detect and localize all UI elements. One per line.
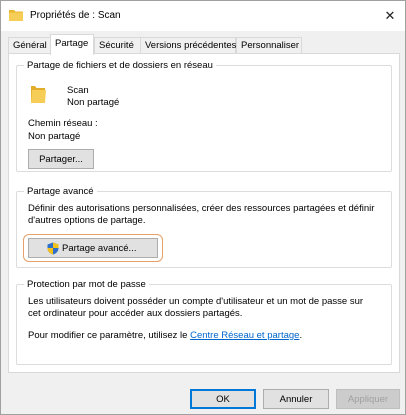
folder-name: Scan bbox=[67, 85, 89, 96]
tab-securite[interactable]: Sécurité bbox=[94, 37, 141, 54]
tab-personnaliser[interactable]: Personnaliser bbox=[236, 37, 302, 54]
advanced-sharing-button-label: Partage avancé... bbox=[62, 243, 137, 254]
advanced-sharing-legend: Partage avancé bbox=[27, 186, 94, 197]
password-protection-group: Protection par mot de passe bbox=[16, 279, 392, 365]
network-path-value: Non partagé bbox=[28, 131, 81, 142]
uac-shield-icon bbox=[47, 242, 59, 262]
password-modify-text: Pour modifier ce paramètre, utilisez le … bbox=[28, 330, 302, 342]
sharing-tab-panel: Partage de fichiers et de dossiers en ré… bbox=[8, 53, 400, 373]
network-path-label: Chemin réseau : bbox=[28, 118, 98, 129]
tab-partage[interactable]: Partage bbox=[50, 34, 94, 55]
ok-button[interactable]: OK bbox=[190, 389, 256, 409]
close-button[interactable]: ✕ bbox=[375, 1, 405, 31]
link-suffix: . bbox=[299, 330, 303, 341]
title-bar[interactable]: Propriétés de : Scan ✕ bbox=[1, 1, 405, 31]
cancel-button[interactable]: Annuler bbox=[263, 389, 329, 409]
tab-general[interactable]: Général bbox=[8, 37, 51, 54]
close-icon: ✕ bbox=[384, 8, 396, 23]
folder-icon bbox=[29, 83, 47, 108]
share-status: Non partagé bbox=[67, 97, 120, 108]
tab-versions-precedentes[interactable]: Versions précédentes bbox=[140, 37, 236, 54]
window-title: Propriétés de : Scan bbox=[30, 10, 121, 21]
advanced-sharing-description-1: Définir des autorisations personnalisées… bbox=[28, 203, 375, 214]
folder-icon bbox=[8, 8, 24, 22]
network-center-link[interactable]: Centre Réseau et partage bbox=[190, 330, 299, 341]
apply-button[interactable]: Appliquer bbox=[336, 389, 400, 409]
password-description-1: Les utilisateurs doivent posséder un com… bbox=[28, 296, 364, 307]
advanced-sharing-button[interactable]: Partage avancé... bbox=[28, 238, 158, 258]
modify-text: Pour modifier ce paramètre, utilisez le bbox=[28, 330, 188, 341]
network-sharing-legend: Partage de fichiers et de dossiers en ré… bbox=[27, 60, 213, 71]
advanced-sharing-description-2: d'autres options de partage. bbox=[28, 215, 146, 226]
share-button[interactable]: Partager... bbox=[28, 149, 94, 169]
properties-dialog: Propriétés de : Scan ✕ Général Partage S… bbox=[0, 0, 406, 415]
password-protection-legend: Protection par mot de passe bbox=[27, 279, 146, 290]
password-description-2: cet ordinateur pour accéder aux dossiers… bbox=[28, 308, 243, 319]
